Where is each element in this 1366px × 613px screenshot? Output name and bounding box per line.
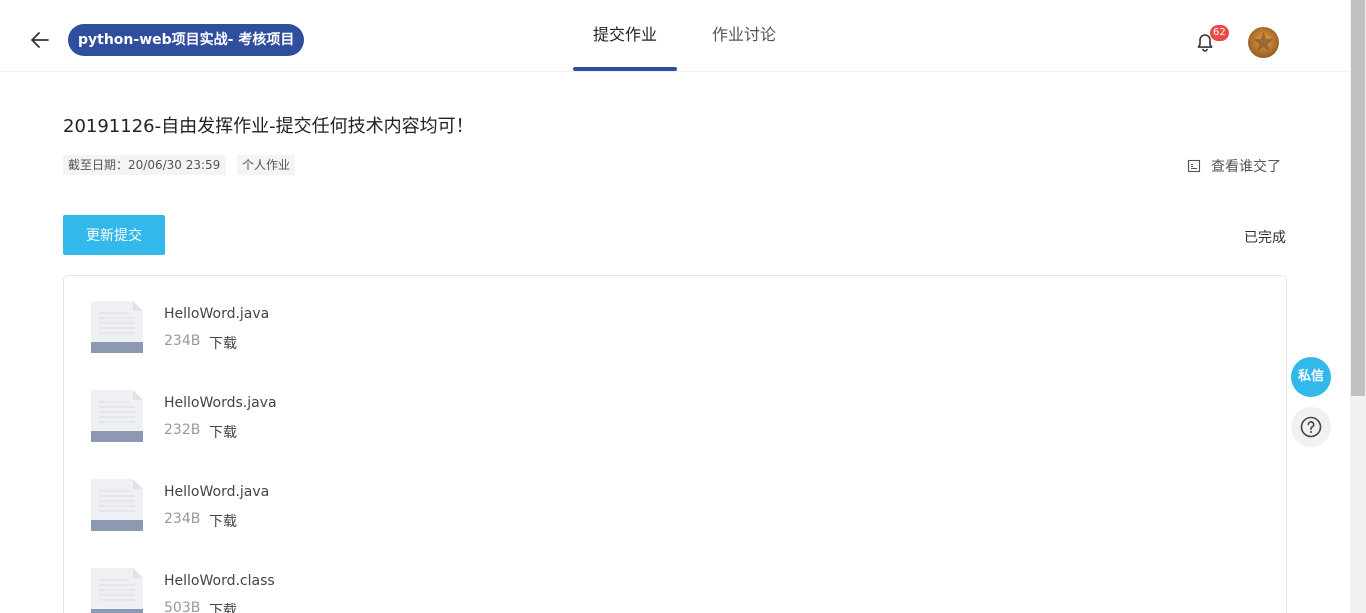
file-name[interactable]: HelloWords.java <box>164 395 277 411</box>
top-bar: python-web项目实战- 考核项目 提交作业 作业讨论 62 <box>0 0 1350 72</box>
completion-status: 已完成 <box>1244 230 1286 246</box>
list-item: HelloWord.class 503B 下载 <box>90 567 790 613</box>
tab-bar: 提交作业 作业讨论 <box>573 0 776 72</box>
list-item: HelloWord.java 234B 下载 <box>90 300 790 360</box>
page: python-web项目实战- 考核项目 提交作业 作业讨论 62 201911… <box>0 0 1366 613</box>
file-document-icon <box>90 389 144 443</box>
file-document-icon <box>90 567 144 613</box>
file-name[interactable]: HelloWord.java <box>164 484 269 500</box>
file-size: 234B <box>164 333 201 349</box>
document-list-icon <box>1187 159 1201 173</box>
question-mark-icon <box>1300 416 1322 438</box>
vertical-scrollbar-thumb[interactable] <box>1351 0 1365 396</box>
back-arrow-icon[interactable] <box>28 28 52 52</box>
file-size: 232B <box>164 422 201 438</box>
help-button[interactable] <box>1291 407 1331 447</box>
download-link[interactable]: 下载 <box>209 511 237 531</box>
download-link[interactable]: 下载 <box>209 333 237 353</box>
file-size: 503B <box>164 600 201 613</box>
avatar[interactable] <box>1248 27 1279 58</box>
assignment-title: 20191126-自由发挥作业-提交任何技术内容均可！ <box>63 116 474 137</box>
deadline-tag: 截至日期：20/06/30 23:59 <box>63 155 226 175</box>
notification-count-badge: 62 <box>1210 25 1229 41</box>
file-name[interactable]: HelloWord.java <box>164 306 269 322</box>
file-document-icon <box>90 478 144 532</box>
submitted-files-panel: HelloWord.java 234B 下载 HelloWords.java 2… <box>63 275 1287 613</box>
list-item: HelloWord.java 234B 下载 <box>90 478 790 538</box>
tab-homework-discussion[interactable]: 作业讨论 <box>712 0 776 72</box>
view-who-submitted-link[interactable]: 查看谁交了 <box>1187 156 1281 176</box>
update-submission-button[interactable]: 更新提交 <box>63 215 165 255</box>
assignment-type-tag: 个人作业 <box>237 155 296 175</box>
course-title-badge[interactable]: python-web项目实战- 考核项目 <box>68 24 305 56</box>
view-who-submitted-label: 查看谁交了 <box>1211 159 1281 175</box>
file-size: 234B <box>164 511 201 527</box>
tab-submit-homework[interactable]: 提交作业 <box>573 0 677 72</box>
list-item: HelloWords.java 232B 下载 <box>90 389 790 449</box>
file-name[interactable]: HelloWord.class <box>164 573 275 589</box>
file-document-icon <box>90 300 144 354</box>
download-link[interactable]: 下载 <box>209 600 237 613</box>
download-link[interactable]: 下载 <box>209 422 237 442</box>
private-message-button[interactable]: 私信 <box>1291 357 1331 397</box>
